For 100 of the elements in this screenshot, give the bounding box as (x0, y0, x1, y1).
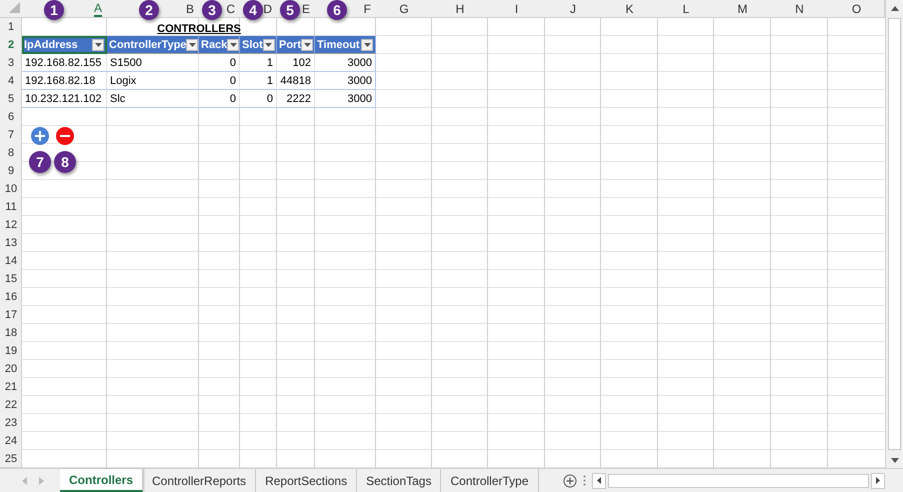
table-cell: 0 (199, 72, 240, 90)
column-letter[interactable]: E (302, 2, 310, 16)
plus-icon (562, 474, 577, 488)
table-title: CONTROLLERS (156, 22, 242, 36)
row-number[interactable]: 10 (4, 183, 18, 195)
column-letter[interactable]: G (399, 2, 409, 16)
caret-icon (364, 42, 370, 46)
row-number[interactable]: 1 (8, 21, 14, 33)
filter-dropdown-button[interactable] (92, 38, 104, 50)
callout-badge: 7 (29, 151, 51, 173)
column-letter[interactable]: A (94, 1, 102, 17)
row-number[interactable]: 21 (4, 381, 18, 393)
header-label: IpAddress (24, 38, 78, 50)
column-letter[interactable]: I (514, 2, 518, 16)
row-number[interactable]: 7 (8, 129, 14, 141)
row-number[interactable]: 3 (8, 57, 14, 69)
column-header[interactable]: IpAddress (22, 36, 107, 54)
left-arrow-icon[interactable] (596, 477, 601, 484)
horizontal-scrollbar[interactable] (592, 471, 885, 490)
column-letter[interactable]: O (852, 2, 862, 16)
column-letter[interactable]: D (263, 2, 272, 16)
row-number[interactable]: 13 (4, 237, 18, 249)
row-number[interactable]: 20 (4, 363, 18, 375)
row-number[interactable]: 8 (8, 147, 14, 159)
table-cell: 0 (199, 90, 240, 108)
column-header[interactable]: Rack (199, 36, 240, 54)
caret-icon (94, 42, 102, 46)
column-letter[interactable]: N (795, 2, 804, 16)
row-number[interactable]: 14 (4, 255, 18, 267)
table-cell: 3000 (315, 72, 376, 90)
row-number[interactable]: 19 (4, 345, 18, 357)
column-letter[interactable]: J (570, 2, 576, 16)
column-letter[interactable]: M (738, 2, 748, 16)
callout-badge: 8 (54, 151, 76, 173)
row-number[interactable]: 24 (4, 435, 18, 447)
add-button[interactable] (31, 127, 49, 145)
row-number[interactable]: 6 (8, 111, 14, 123)
filter-dropdown-button[interactable] (361, 38, 373, 50)
column-letter[interactable]: C (226, 2, 235, 16)
row-number[interactable]: 12 (4, 219, 18, 231)
header-label: ControllerType (109, 38, 186, 50)
filter-dropdown-button[interactable] (186, 38, 198, 50)
header-label: Port (279, 38, 301, 50)
row-number[interactable]: 4 (8, 75, 14, 87)
column-header[interactable]: Slot (240, 36, 277, 54)
header-label: Timeout (317, 38, 360, 50)
table-cell: 3000 (315, 90, 376, 108)
caret-icon (188, 42, 196, 46)
row-number[interactable]: 18 (4, 327, 18, 339)
table-cell: 102 (277, 54, 315, 72)
table-cell: 192.168.82.18 (22, 72, 107, 90)
column-header[interactable]: Timeout (315, 36, 376, 54)
row-number[interactable]: 16 (4, 291, 18, 303)
filter-dropdown-button[interactable] (262, 38, 275, 50)
column-letter[interactable]: K (625, 2, 634, 16)
row-number[interactable]: 5 (8, 93, 14, 105)
row-number[interactable]: 2 (8, 39, 14, 51)
table-cell: Slc (107, 90, 199, 108)
table-cell: Logix (107, 72, 199, 90)
column-letter[interactable]: F (364, 2, 371, 16)
right-arrow-icon[interactable] (876, 477, 880, 484)
table-cell: 3000 (315, 54, 376, 72)
plus-icon (35, 131, 45, 141)
splitter-handle-icon[interactable] (582, 475, 586, 486)
caret-icon (304, 42, 310, 46)
sheet-tab[interactable]: ControllerType (441, 469, 539, 492)
up-arrow-icon[interactable] (890, 6, 898, 10)
down-arrow-icon[interactable] (890, 458, 898, 462)
column-letter[interactable]: B (186, 2, 194, 16)
row-number[interactable]: 11 (5, 201, 17, 213)
scroll-thumb[interactable] (608, 474, 869, 488)
column-letter[interactable]: H (456, 2, 464, 16)
sheet-tab[interactable]: ReportSections (256, 469, 358, 492)
row-number[interactable]: 25 (4, 453, 18, 465)
vertical-scrollbar[interactable] (885, 0, 903, 468)
column-letter[interactable]: L (682, 2, 690, 16)
column-header[interactable]: ControllerType (107, 36, 199, 54)
table-cell: 192.168.82.155 (22, 54, 107, 72)
sheet-tab[interactable]: ControllerReports (143, 469, 256, 492)
remove-button[interactable] (56, 127, 74, 145)
header-label: Rack (201, 38, 228, 50)
caret-icon (265, 42, 272, 46)
column-header[interactable]: Port (277, 36, 315, 54)
table-cell: 10.232.121.102 (22, 90, 107, 108)
minus-icon (60, 135, 70, 137)
sheet-tab[interactable]: SectionTags (357, 469, 442, 492)
table-cell: S1500 (107, 54, 199, 72)
filter-dropdown-button[interactable] (227, 38, 240, 50)
row-number[interactable]: 22 (4, 399, 18, 411)
table-cell: 2222 (277, 90, 315, 108)
caret-icon (230, 42, 237, 46)
sheet-tab[interactable]: Controllers (60, 469, 144, 492)
scroll-thumb[interactable] (888, 18, 901, 450)
row-number[interactable]: 23 (4, 417, 18, 429)
header-label: Slot (242, 38, 263, 50)
row-number[interactable]: 9 (8, 165, 14, 177)
row-number[interactable]: 17 (4, 309, 18, 321)
table-cell: 0 (240, 90, 277, 108)
row-number[interactable]: 15 (4, 273, 18, 285)
filter-dropdown-button[interactable] (301, 38, 313, 50)
